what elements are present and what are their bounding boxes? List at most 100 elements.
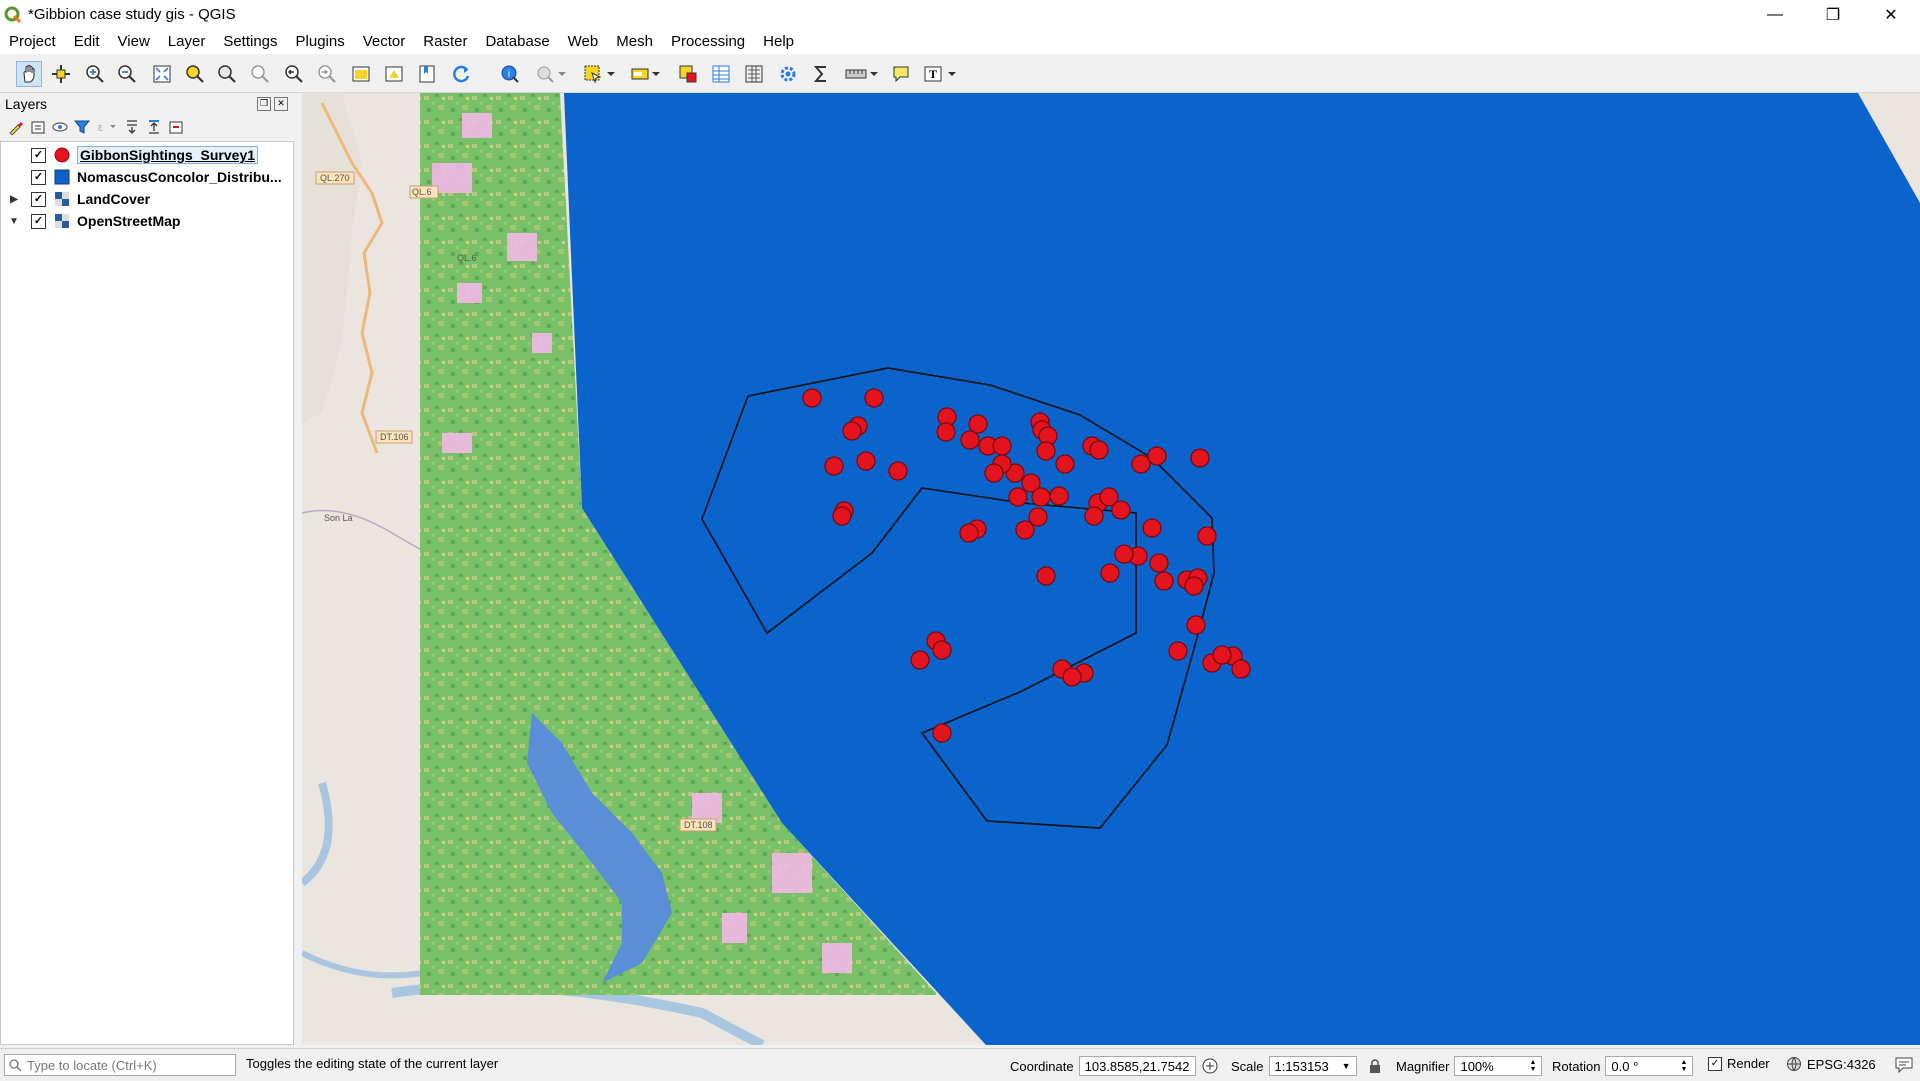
gibbon-sighting-point[interactable] xyxy=(959,523,979,543)
gibbon-sighting-point[interactable] xyxy=(968,414,988,434)
gibbon-sighting-point[interactable] xyxy=(1036,566,1056,586)
gibbon-sighting-point[interactable] xyxy=(1031,487,1051,507)
coordinate-field[interactable]: 103.8585,21.7542 xyxy=(1078,1056,1196,1076)
toggle-extents-icon[interactable] xyxy=(1201,1057,1219,1075)
menu-edit[interactable]: Edit xyxy=(65,33,109,50)
text-annotation-icon[interactable]: T xyxy=(921,61,947,87)
filter-expression-icon[interactable]: ε xyxy=(96,119,118,135)
gibbon-sighting-point[interactable] xyxy=(1055,454,1075,474)
collapse-all-icon[interactable] xyxy=(146,119,162,135)
gibbon-sighting-point[interactable] xyxy=(1149,553,1169,573)
zoom-in-icon[interactable] xyxy=(82,61,108,87)
menu-project[interactable]: Project xyxy=(0,33,65,50)
new-bookmark-icon[interactable] xyxy=(414,61,440,87)
gibbon-sighting-point[interactable] xyxy=(1100,563,1120,583)
layer-visibility-checkbox[interactable]: ✓ xyxy=(31,191,46,207)
gibbon-sighting-point[interactable] xyxy=(888,461,908,481)
close-button[interactable]: ✕ xyxy=(1862,0,1920,29)
rotation-spinbox[interactable]: 0.0 ° ▲ ▼ xyxy=(1605,1056,1694,1076)
chevron-down-icon[interactable] xyxy=(868,61,880,87)
gibbon-sighting-point[interactable] xyxy=(1131,454,1151,474)
menu-raster[interactable]: Raster xyxy=(414,33,476,50)
gibbon-sighting-point[interactable] xyxy=(1015,520,1035,540)
gibbon-sighting-point[interactable] xyxy=(1142,518,1162,538)
gibbon-sighting-point[interactable] xyxy=(832,506,852,526)
gibbon-sighting-point[interactable] xyxy=(1231,659,1251,679)
gibbon-sighting-point[interactable] xyxy=(1186,615,1206,635)
gibbon-sighting-point[interactable] xyxy=(1049,486,1069,506)
attribute-table-icon[interactable] xyxy=(708,61,734,87)
gibbon-sighting-point[interactable] xyxy=(1008,487,1028,507)
gibbon-sighting-point[interactable] xyxy=(992,436,1012,456)
filter-legend-icon[interactable] xyxy=(74,119,90,135)
zoom-last-icon[interactable] xyxy=(281,61,307,87)
crs-label[interactable]: EPSG:4326 xyxy=(1807,1057,1876,1072)
remove-layer-icon[interactable] xyxy=(168,119,184,135)
measure-line-icon[interactable] xyxy=(843,61,869,87)
gibbon-sighting-point[interactable] xyxy=(856,451,876,471)
render-checkbox[interactable]: ✓ xyxy=(1708,1056,1722,1071)
gibbon-sighting-point[interactable] xyxy=(932,640,952,660)
gibbon-sighting-point[interactable] xyxy=(1154,571,1174,591)
zoom-out-icon[interactable] xyxy=(114,61,140,87)
manage-visibility-icon[interactable] xyxy=(52,119,68,135)
gibbon-sighting-point[interactable] xyxy=(936,422,956,442)
gibbon-sighting-point[interactable] xyxy=(1197,526,1217,546)
gibbon-sighting-point[interactable] xyxy=(1190,448,1210,468)
spin-arrows-icon[interactable]: ▲ ▼ xyxy=(1530,1059,1537,1073)
zoom-to-selection-icon[interactable] xyxy=(182,61,208,87)
gibbon-sighting-point[interactable] xyxy=(824,456,844,476)
add-group-icon[interactable] xyxy=(30,119,46,135)
layer-row-openstreetmap[interactable]: ▼ ✓ OpenStreetMap xyxy=(1,210,293,232)
gibbon-sighting-point[interactable] xyxy=(1036,441,1056,461)
menu-view[interactable]: View xyxy=(109,33,159,50)
new-map-view-icon[interactable] xyxy=(348,61,374,87)
chevron-down-icon[interactable] xyxy=(650,61,662,87)
gibbon-sighting-point[interactable] xyxy=(1084,506,1104,526)
layer-row-nomascus-distribution[interactable]: ✓ NomascusConcolor_Distribu... xyxy=(1,166,293,188)
expand-arrow-icon[interactable]: ▶ xyxy=(7,194,21,205)
layer-visibility-checkbox[interactable]: ✓ xyxy=(31,169,46,185)
field-calculator-icon[interactable] xyxy=(741,61,767,87)
gibbon-sighting-point[interactable] xyxy=(1184,576,1204,596)
locator-search[interactable]: Type to locate (Ctrl+K) xyxy=(4,1054,236,1076)
undock-icon[interactable]: ❐ xyxy=(257,97,271,111)
chevron-down-icon[interactable] xyxy=(605,61,617,87)
new-3d-map-view-icon[interactable] xyxy=(381,61,407,87)
deselect-features-icon[interactable] xyxy=(675,61,701,87)
layer-styling-icon[interactable] xyxy=(8,119,24,135)
gibbon-sighting-point[interactable] xyxy=(802,388,822,408)
statistical-summary-icon[interactable] xyxy=(808,61,834,87)
zoom-next-icon[interactable] xyxy=(314,61,340,87)
run-feature-action-icon[interactable] xyxy=(532,61,558,87)
menu-settings[interactable]: Settings xyxy=(214,33,286,50)
gibbon-sighting-point[interactable] xyxy=(864,388,884,408)
zoom-full-icon[interactable] xyxy=(149,61,175,87)
gibbon-sighting-point[interactable] xyxy=(1168,641,1188,661)
close-panel-icon[interactable]: ✕ xyxy=(274,97,288,111)
lock-icon[interactable] xyxy=(1368,1058,1382,1074)
gibbon-sighting-point[interactable] xyxy=(1062,667,1082,687)
chevron-down-icon[interactable] xyxy=(946,61,958,87)
select-features-icon[interactable] xyxy=(580,61,606,87)
identify-features-icon[interactable]: i xyxy=(497,61,523,87)
gibbon-sighting-point[interactable] xyxy=(1089,440,1109,460)
menu-vector[interactable]: Vector xyxy=(354,33,415,50)
menu-mesh[interactable]: Mesh xyxy=(607,33,662,50)
chevron-down-icon[interactable] xyxy=(556,61,568,87)
magnifier-spinbox[interactable]: 100% ▲ ▼ xyxy=(1454,1056,1543,1076)
menu-web[interactable]: Web xyxy=(559,33,608,50)
messages-icon[interactable] xyxy=(1894,1056,1914,1074)
pan-to-selection-icon[interactable] xyxy=(48,61,74,87)
collapse-arrow-icon[interactable]: ▼ xyxy=(7,216,21,227)
spin-arrows-icon[interactable]: ▲ ▼ xyxy=(1680,1059,1687,1073)
menu-layer[interactable]: Layer xyxy=(159,33,215,50)
map-canvas[interactable]: QL.270 QL.6 DT.106 Son La DT.108 QL.6 xyxy=(302,93,1920,1045)
gibbon-sighting-point[interactable] xyxy=(1114,544,1134,564)
minimize-button[interactable]: — xyxy=(1746,0,1804,29)
menu-database[interactable]: Database xyxy=(476,33,558,50)
zoom-native-icon[interactable] xyxy=(247,61,273,87)
layer-visibility-checkbox[interactable]: ✓ xyxy=(31,147,46,163)
gibbon-sighting-point[interactable] xyxy=(842,421,862,441)
gibbon-sighting-point[interactable] xyxy=(932,723,952,743)
